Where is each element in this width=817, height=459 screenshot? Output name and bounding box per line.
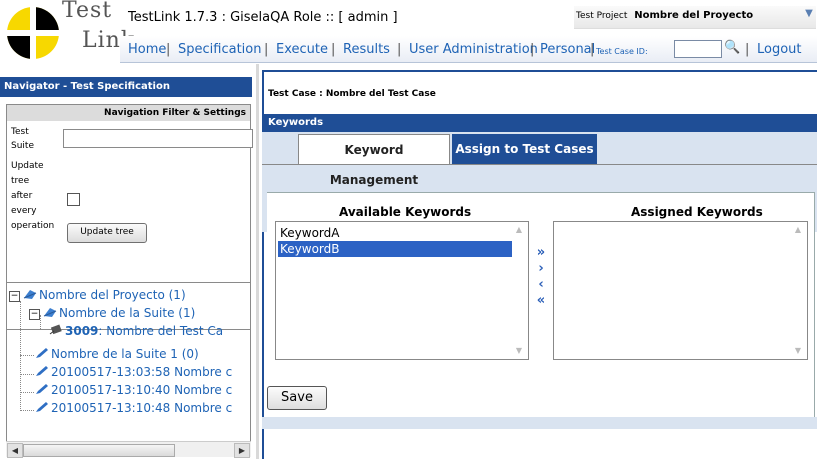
scroll-up-icon[interactable]: ▲: [791, 223, 805, 237]
move-all-left-icon[interactable]: «: [534, 294, 548, 308]
tree-horizontal-scrollbar[interactable]: ◀ ▶: [6, 441, 251, 458]
menu-separator: |: [397, 42, 402, 57]
update-label-line4: every: [11, 206, 37, 216]
menu-personal[interactable]: Personal: [540, 42, 595, 57]
test-project-value[interactable]: Nombre del Proyecto: [634, 10, 753, 21]
test-case-title: Test Case : Nombre del Test Case: [268, 89, 436, 99]
tree-suite1-label: Nombre de la Suite 1 (0): [51, 347, 199, 361]
tree-item3-label: 20100517-13:10:48 Nombre c: [51, 401, 233, 415]
collapse-toggle-icon[interactable]: −: [9, 291, 20, 302]
pencil-icon: [36, 348, 48, 358]
search-icon[interactable]: 🔍: [724, 40, 740, 56]
menu-specification[interactable]: Specification: [178, 42, 261, 57]
menu-separator: |: [530, 42, 535, 57]
menu-separator: |: [590, 42, 595, 57]
testcase-icon: [49, 324, 62, 335]
tree-connector: [20, 301, 21, 411]
scroll-down-icon[interactable]: ▼: [791, 344, 805, 358]
move-left-icon[interactable]: ‹: [534, 278, 548, 292]
test-project-label: Test Project: [576, 11, 628, 21]
keyword-option-selected[interactable]: KeywordB: [278, 241, 512, 257]
transfer-buttons: » › ‹ «: [531, 246, 551, 316]
app-title: TestLink 1.7.3 : GiselaQA Role :: [ admi…: [128, 10, 398, 25]
tree-node-project[interactable]: − Nombre del Proyecto (1): [9, 288, 186, 302]
filter-title: Navigation Filter & Settings: [7, 105, 250, 121]
keyword-option[interactable]: KeywordA: [278, 225, 512, 241]
tree-suite-label: Nombre de la Suite (1): [59, 306, 196, 320]
pencil-icon: [36, 402, 48, 412]
tree-project-label: Nombre del Proyecto (1): [39, 288, 186, 302]
update-label-line5: operation: [11, 221, 55, 231]
main-content: Test Case : Nombre del Test Case Keyword…: [259, 64, 817, 459]
test-case-id-input[interactable]: [674, 40, 722, 58]
move-all-right-icon[interactable]: »: [534, 246, 548, 260]
tree-connector: [20, 392, 34, 393]
update-label-line2: tree: [11, 176, 30, 186]
test-project-area: Test Project Nombre del Proyecto: [576, 10, 753, 21]
testlink-logo-icon: [4, 4, 62, 62]
tab-assign-to-test-cases[interactable]: Assign to Test Cases: [452, 134, 597, 164]
keywords-header: Keywords: [262, 114, 817, 132]
tab-divider: [262, 164, 817, 165]
tree-node-item2[interactable]: 20100517-13:10:40 Nombre c: [35, 383, 232, 397]
update-tree-button[interactable]: Update tree: [67, 223, 147, 243]
testcase-name: : Nombre del Test Ca: [98, 324, 224, 338]
scroll-down-icon[interactable]: ▼: [512, 344, 526, 358]
collapse-toggle-icon[interactable]: −: [29, 309, 40, 320]
vertical-scrollbar[interactable]: ▲ ▼: [512, 223, 527, 358]
assigned-keywords-title: Assigned Keywords: [631, 205, 763, 219]
menu-logout[interactable]: Logout: [757, 42, 802, 57]
test-suite-input[interactable]: [63, 129, 253, 148]
tree-node-suite1[interactable]: Nombre de la Suite 1 (0): [35, 347, 199, 361]
tree-node-suite[interactable]: − Nombre de la Suite (1): [29, 306, 195, 320]
menu-separator: |: [264, 42, 269, 57]
test-case-id-label: Test Case ID:: [596, 47, 648, 56]
scroll-up-icon[interactable]: ▲: [512, 223, 526, 237]
menu-user-administration[interactable]: User Administration: [409, 42, 538, 57]
menu-results[interactable]: Results: [343, 42, 390, 57]
tree-connector: [20, 374, 34, 375]
save-button[interactable]: Save: [267, 386, 327, 410]
tree-node-testcase[interactable]: 3009: Nombre del Test Ca: [49, 324, 223, 338]
testcase-id: 3009: [65, 324, 99, 338]
available-keywords-list[interactable]: KeywordA KeywordB ▲ ▼: [275, 221, 529, 360]
menu-separator: |: [745, 42, 750, 57]
logo-word-test: Test: [62, 0, 113, 23]
move-right-icon[interactable]: ›: [534, 262, 548, 276]
tree-node-item3[interactable]: 20100517-13:10:48 Nombre c: [35, 401, 232, 415]
assigned-keywords-list[interactable]: ▲ ▼: [553, 221, 808, 360]
tree-item1-label: 20100517-13:03:58 Nombre c: [51, 365, 233, 379]
menu-execute[interactable]: Execute: [276, 42, 328, 57]
header: Test Link TestLink 1.7.3 : GiselaQA Role…: [0, 0, 817, 64]
available-keywords-title: Available Keywords: [339, 205, 472, 219]
suite-label-line1: Test: [11, 127, 29, 137]
menu-separator: |: [331, 42, 336, 57]
pencil-icon: [36, 384, 48, 394]
tree-node-item1[interactable]: 20100517-13:03:58 Nombre c: [35, 365, 232, 379]
tree-connector: [20, 355, 34, 356]
update-label-line3: after: [11, 191, 33, 201]
tree-connector: [20, 410, 34, 411]
folder-icon: [23, 290, 37, 299]
update-tree-checkbox[interactable]: [67, 193, 80, 206]
suite-label-line2: Suite: [11, 141, 34, 151]
main-menu: Home | Specification | Execute | Results…: [120, 36, 817, 63]
tree-item2-label: 20100517-13:10:40 Nombre c: [51, 383, 233, 397]
scroll-left-icon[interactable]: ◀: [7, 443, 23, 458]
update-label-line1: Update: [11, 161, 44, 171]
vertical-scrollbar[interactable]: ▲ ▼: [791, 223, 806, 358]
menu-home[interactable]: Home: [128, 42, 166, 57]
scroll-thumb[interactable]: [23, 444, 175, 457]
panel-bottom-band: [262, 417, 817, 429]
menu-separator: |: [166, 42, 171, 57]
navigator-title: Navigator - Test Specification: [0, 77, 252, 97]
scroll-right-icon[interactable]: ▶: [234, 443, 250, 458]
folder-icon: [43, 308, 57, 317]
test-spec-tree: − Nombre del Proyecto (1) − Nombre de la S…: [6, 282, 251, 442]
pencil-icon: [36, 366, 48, 376]
tab-keyword-management[interactable]: Keyword Management: [298, 134, 450, 187]
chevron-down-icon[interactable]: ▼: [802, 8, 816, 24]
